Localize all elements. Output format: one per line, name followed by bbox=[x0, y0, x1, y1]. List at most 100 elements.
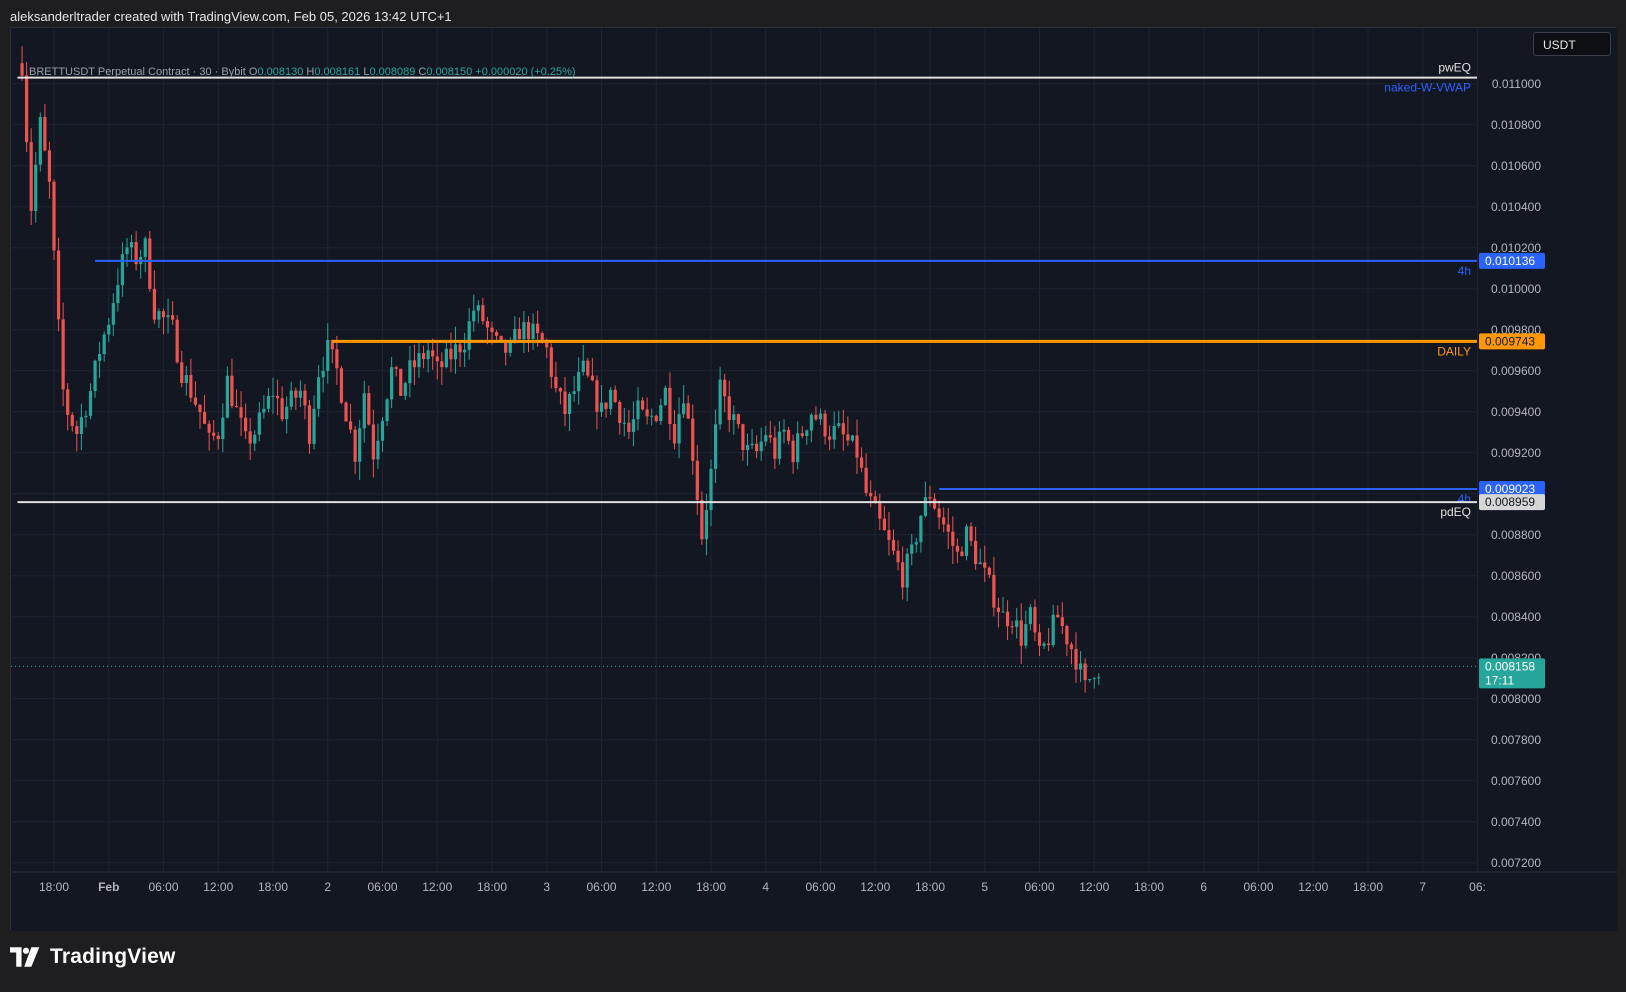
candle-body bbox=[800, 433, 804, 437]
candle-body bbox=[490, 327, 494, 333]
candle-body bbox=[686, 403, 690, 419]
price-tick-label: 0.008000 bbox=[1491, 692, 1541, 706]
price-tag-text: 0.008959 bbox=[1485, 495, 1535, 509]
level-label: naked-W-VWAP bbox=[1384, 81, 1471, 95]
candle-body bbox=[613, 389, 617, 402]
candle-body bbox=[727, 396, 731, 421]
candle-body bbox=[1051, 614, 1055, 646]
candle-body bbox=[645, 409, 649, 417]
candle-body bbox=[513, 328, 517, 341]
candle-body bbox=[723, 379, 727, 397]
candle-body bbox=[225, 375, 229, 418]
candle-body bbox=[928, 497, 932, 499]
candle-body bbox=[577, 371, 581, 392]
candle-body bbox=[390, 367, 394, 400]
candle-body bbox=[362, 393, 366, 429]
candle-body bbox=[98, 354, 102, 361]
candle-body bbox=[353, 429, 357, 462]
time-tick-label: 06:00 bbox=[148, 880, 178, 894]
candle-body bbox=[782, 429, 786, 432]
candle-body bbox=[590, 375, 594, 381]
candle-body bbox=[832, 426, 836, 440]
candle-body bbox=[29, 142, 33, 211]
time-tick-label: 06:00 bbox=[1243, 880, 1273, 894]
candle-body bbox=[494, 332, 499, 336]
candle-body bbox=[522, 322, 526, 340]
candle-body bbox=[905, 553, 909, 588]
legend-change: +0.000020 (+0.25%) bbox=[475, 66, 576, 78]
candle-body bbox=[266, 395, 271, 409]
currency-selector[interactable]: USDT bbox=[1533, 32, 1611, 56]
candle-body bbox=[891, 539, 896, 551]
candle-body bbox=[79, 417, 83, 435]
candle-body bbox=[93, 360, 97, 392]
candle-body bbox=[111, 303, 115, 325]
candle-body bbox=[161, 311, 166, 318]
candle-body bbox=[417, 353, 421, 368]
candle-body bbox=[84, 415, 88, 418]
level-label: pwEQ bbox=[1438, 61, 1471, 75]
price-tick-label: 0.007400 bbox=[1491, 815, 1541, 829]
candle-body bbox=[107, 324, 111, 335]
candle-body bbox=[563, 391, 567, 415]
candle-body bbox=[1042, 643, 1046, 646]
candle-body bbox=[745, 445, 750, 450]
candle-body bbox=[257, 412, 261, 435]
candle-body bbox=[791, 440, 795, 463]
candle-body bbox=[627, 422, 631, 432]
candle-body bbox=[1005, 611, 1010, 627]
candle-body bbox=[983, 562, 987, 568]
candle-body bbox=[586, 360, 590, 376]
price-tick-label: 0.008600 bbox=[1491, 569, 1541, 583]
candle-body bbox=[1037, 632, 1042, 646]
candle-body bbox=[431, 350, 435, 357]
price-tick-label: 0.010800 bbox=[1491, 118, 1541, 132]
chart-area[interactable]: 0.007200 0.007400 0.007600 0.007800 0.008000… bbox=[10, 27, 1617, 931]
candle-body bbox=[536, 323, 540, 334]
price-tick-label: 0.010200 bbox=[1491, 241, 1541, 255]
candle-body bbox=[796, 433, 800, 463]
candle-body bbox=[171, 315, 175, 320]
time-tick-label: 18:00 bbox=[1134, 880, 1164, 894]
candle-body bbox=[805, 430, 809, 437]
price-tick-label: 0.010600 bbox=[1491, 159, 1541, 173]
candle-body bbox=[974, 540, 978, 565]
candle-body bbox=[435, 356, 439, 362]
candle-body bbox=[1028, 607, 1032, 625]
candle-body bbox=[750, 443, 754, 446]
candlestick-chart[interactable]: 0.007200 0.007400 0.007600 0.007800 0.008000… bbox=[11, 28, 1617, 931]
tradingview-wordmark: TradingView bbox=[50, 945, 176, 968]
candle-body bbox=[1083, 663, 1087, 681]
candle-body bbox=[280, 398, 284, 420]
candle-body bbox=[531, 323, 535, 339]
candle-body bbox=[125, 247, 129, 255]
candle-body bbox=[1069, 644, 1074, 650]
candle-body bbox=[1015, 620, 1019, 627]
candle-body bbox=[202, 412, 207, 424]
candle-body bbox=[43, 116, 47, 151]
time-tick-label: 2 bbox=[324, 880, 331, 894]
candle-body bbox=[850, 435, 855, 441]
candle-body bbox=[175, 319, 179, 363]
candle-body bbox=[732, 414, 736, 421]
candle-body bbox=[869, 492, 873, 497]
candle-body bbox=[700, 499, 704, 540]
level-label: pdEQ bbox=[1440, 505, 1471, 519]
candle-body bbox=[713, 424, 718, 469]
candle-body bbox=[622, 422, 626, 424]
candle-body bbox=[1024, 624, 1028, 646]
candle-body bbox=[275, 395, 280, 399]
price-tick-label: 0.009200 bbox=[1491, 446, 1541, 460]
candle-body bbox=[558, 388, 563, 392]
candle-body bbox=[394, 367, 398, 369]
candle-body bbox=[189, 375, 193, 398]
price-tick-label: 0.010400 bbox=[1491, 200, 1541, 214]
candle-body bbox=[978, 562, 982, 565]
candle-body bbox=[987, 567, 991, 575]
candle-body bbox=[52, 181, 56, 251]
candle-body bbox=[777, 431, 782, 459]
candle-body bbox=[485, 321, 490, 328]
candle-body bbox=[663, 387, 667, 406]
price-tick-label: 0.009400 bbox=[1491, 405, 1541, 419]
candle-body bbox=[444, 348, 448, 368]
